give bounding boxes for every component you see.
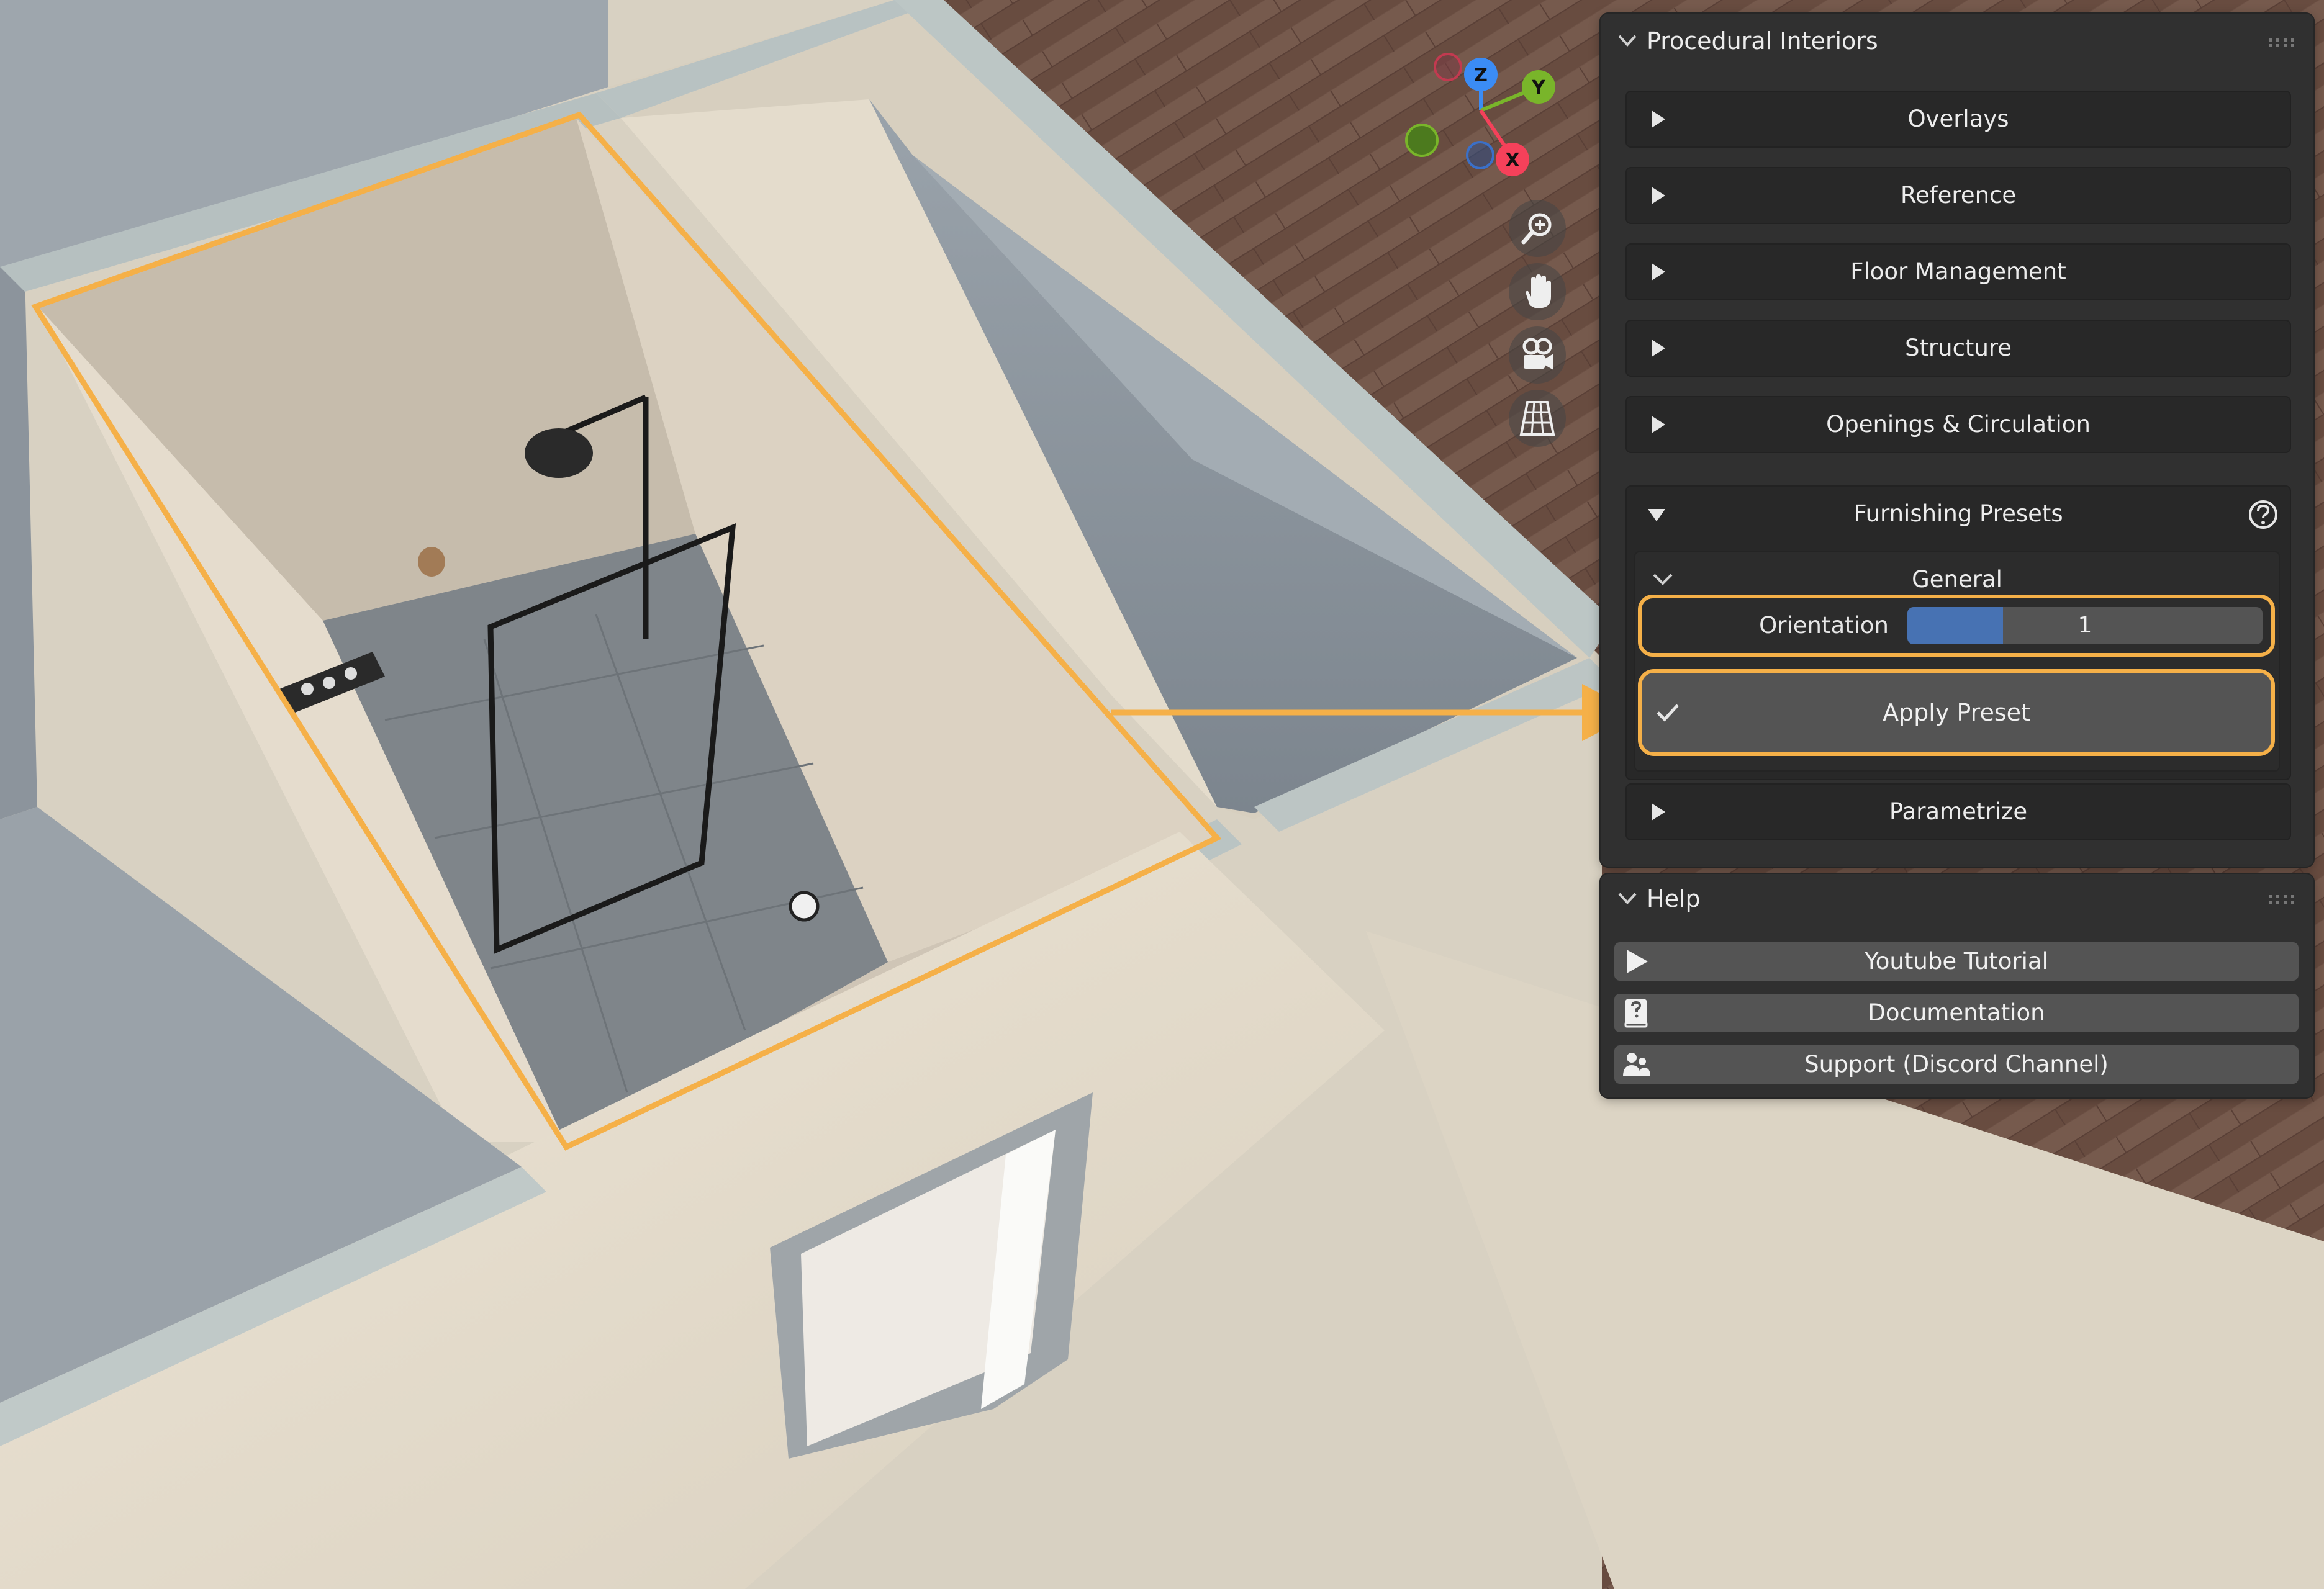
question-circle-icon[interactable] bbox=[2248, 499, 2279, 530]
axis-navigation-gizmo[interactable]: Z Y X bbox=[1391, 43, 1577, 186]
chevron-down-icon bbox=[1618, 35, 1637, 47]
help-button-label: Youtube Tutorial bbox=[1865, 948, 2048, 975]
axis-neg-x-handle[interactable] bbox=[1434, 53, 1462, 81]
drag-grip-icon[interactable] bbox=[2269, 895, 2295, 904]
drag-grip-icon[interactable] bbox=[2269, 38, 2295, 47]
orientation-value: 1 bbox=[2078, 613, 2092, 638]
section-parametrize[interactable]: Parametrize bbox=[1625, 783, 2291, 840]
youtube-tutorial-button[interactable]: Youtube Tutorial bbox=[1614, 942, 2299, 981]
axis-z-label: Z bbox=[1474, 65, 1488, 86]
axis-y-label: Y bbox=[1531, 77, 1546, 99]
help-button-label: Support (Discord Channel) bbox=[1804, 1051, 2109, 1078]
pan-button[interactable] bbox=[1509, 263, 1566, 320]
section-reference[interactable]: Reference bbox=[1625, 167, 2291, 224]
zoom-magnifier-icon bbox=[1521, 213, 1552, 245]
hand-icon bbox=[1526, 274, 1551, 308]
help-panel-title: Help bbox=[1647, 885, 1701, 912]
section-overlays[interactable]: Overlays bbox=[1625, 91, 2291, 148]
section-label: Reference bbox=[1900, 182, 2017, 209]
axis-neg-y-handle[interactable] bbox=[1405, 124, 1439, 157]
grid-perspective-icon bbox=[1519, 401, 1555, 436]
axis-x-label: X bbox=[1505, 150, 1519, 171]
section-structure[interactable]: Structure bbox=[1625, 320, 2291, 377]
orientation-row: Orientation 1 bbox=[1638, 595, 2275, 657]
help-panel-header[interactable]: Help bbox=[1601, 874, 2313, 924]
section-label: Overlays bbox=[1907, 106, 2009, 132]
support-discord-button[interactable]: Support (Discord Channel) bbox=[1614, 1045, 2299, 1084]
section-floor-management[interactable]: Floor Management bbox=[1625, 243, 2291, 300]
section-label: Floor Management bbox=[1850, 258, 2066, 285]
section-label: Parametrize bbox=[1889, 798, 2028, 825]
section-label: Furnishing Presets bbox=[1853, 500, 2063, 527]
apply-preset-button[interactable]: Apply Preset bbox=[1638, 669, 2275, 756]
help-panel: Help Youtube Tutorial Documentation Supp… bbox=[1601, 874, 2313, 1097]
chevron-down-icon bbox=[1618, 893, 1637, 904]
panel-header[interactable]: Procedural Interiors bbox=[1601, 14, 2313, 68]
section-openings-circulation[interactable]: Openings & Circulation bbox=[1625, 396, 2291, 453]
section-label: Structure bbox=[1904, 335, 2012, 361]
panel-title: Procedural Interiors bbox=[1647, 27, 1878, 55]
zoom-button[interactable] bbox=[1509, 200, 1566, 257]
section-label: Openings & Circulation bbox=[1826, 411, 2091, 438]
camera-icon bbox=[1522, 338, 1553, 370]
orientation-label: Orientation bbox=[1759, 612, 1889, 639]
orientation-slider[interactable]: 1 bbox=[1907, 607, 2263, 644]
axis-neg-z-handle[interactable] bbox=[1466, 141, 1494, 169]
perspective-toggle-button[interactable] bbox=[1509, 390, 1566, 447]
furnishing-presets-header[interactable]: Furnishing Presets bbox=[1625, 485, 2291, 542]
camera-view-button[interactable] bbox=[1509, 326, 1566, 384]
apply-preset-label: Apply Preset bbox=[1883, 699, 2030, 726]
documentation-button[interactable]: Documentation bbox=[1614, 994, 2299, 1032]
help-button-label: Documentation bbox=[1868, 999, 2045, 1026]
